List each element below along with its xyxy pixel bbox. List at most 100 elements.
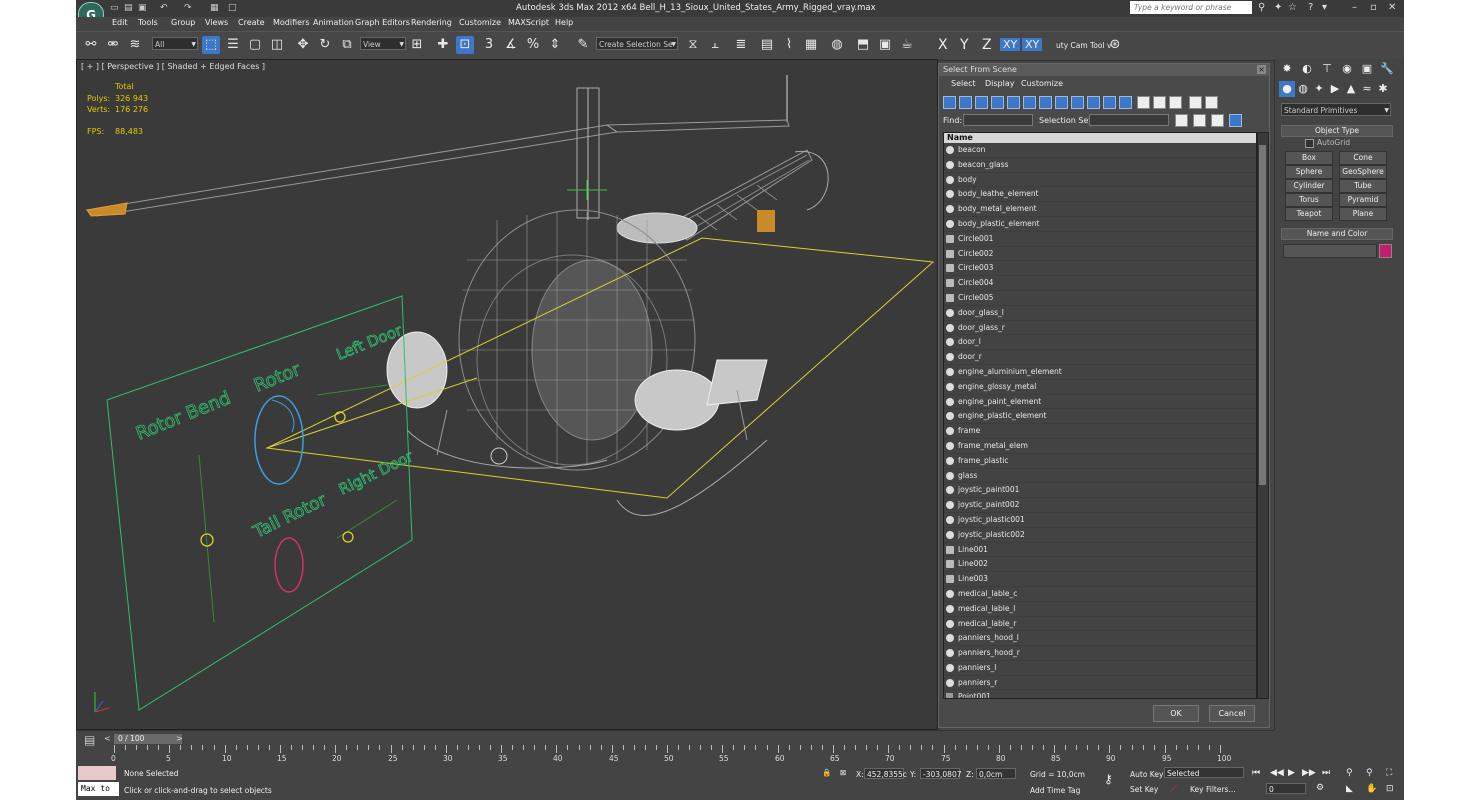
dialog-menu-display[interactable]: Display xyxy=(985,79,1015,88)
object-list-item[interactable]: engine_plastic_element xyxy=(944,409,1256,425)
object-list-item[interactable]: Circle002 xyxy=(944,247,1256,262)
object-list-item[interactable]: body_plastic_element xyxy=(944,217,1256,232)
display-lights-icon[interactable] xyxy=(975,96,988,109)
display-space-warps-icon[interactable] xyxy=(1023,96,1036,109)
name-and-color-rollout[interactable]: Name and Color xyxy=(1281,228,1393,240)
move-icon[interactable]: ✥ xyxy=(294,36,312,54)
menu-customize[interactable]: Customize xyxy=(459,18,501,27)
modify-tab-icon[interactable]: ◐ xyxy=(1299,61,1315,77)
menu-group[interactable]: Group xyxy=(171,18,195,27)
zoom-icon[interactable]: ⚲ xyxy=(1346,768,1353,778)
pyramid-button[interactable]: Pyramid xyxy=(1339,193,1387,207)
filter-funnel-icon[interactable] xyxy=(1189,96,1202,109)
tube-button[interactable]: Tube xyxy=(1339,179,1387,193)
spinner-snap-icon[interactable]: ⇕ xyxy=(546,36,564,54)
auto-key-button[interactable]: Auto Key xyxy=(1130,770,1163,779)
object-type-rollout[interactable]: Object Type xyxy=(1281,125,1393,137)
restrict-y-button[interactable]: Y xyxy=(960,37,969,53)
cylinder-button[interactable]: Cylinder xyxy=(1285,179,1333,193)
object-list-item[interactable]: Line003 xyxy=(944,572,1256,587)
object-name-field[interactable] xyxy=(1283,244,1377,258)
select-none-icon[interactable] xyxy=(1153,96,1166,109)
link-icon[interactable]: ⚯ xyxy=(82,36,100,54)
primitive-type-dropdown[interactable]: Standard Primitives xyxy=(1281,103,1391,117)
align-icon[interactable]: ⫠ xyxy=(706,36,724,54)
object-list-item[interactable]: joystic_paint002 xyxy=(944,498,1256,513)
rectangular-selection-icon[interactable]: ▢ xyxy=(246,36,264,54)
helpers-category-icon[interactable]: ▲ xyxy=(1343,81,1359,97)
restrict-x-button[interactable]: X xyxy=(938,37,948,53)
render-setup-icon[interactable]: ⬒ xyxy=(854,36,872,54)
dialog-menu-select[interactable]: Select xyxy=(951,79,976,88)
object-list-item[interactable]: beacon xyxy=(944,143,1256,158)
hierarchy-tab-icon[interactable]: ⊤ xyxy=(1319,61,1335,77)
space-warps-category-icon[interactable]: ≈ xyxy=(1359,81,1375,97)
object-list-item[interactable]: panniers_hood_l xyxy=(944,631,1256,647)
restrict-z-button[interactable]: Z xyxy=(982,37,992,53)
plane-button[interactable]: Plane xyxy=(1339,207,1387,221)
object-list-item[interactable]: Point001 xyxy=(944,690,1256,698)
keyboard-shortcut-override-icon[interactable]: ⊡ xyxy=(456,36,474,54)
play-icon[interactable]: ▶ xyxy=(1288,768,1295,778)
maximize-viewport-icon[interactable]: ⊡ xyxy=(1386,784,1394,794)
dialog-close-icon[interactable]: × xyxy=(1257,65,1266,74)
object-list-item[interactable]: frame_metal_elem xyxy=(944,439,1256,454)
help-icon[interactable]: ? xyxy=(1308,2,1313,13)
minimize-icon[interactable]: – xyxy=(1352,2,1357,13)
shapes-category-icon[interactable]: ◍ xyxy=(1295,81,1311,97)
time-slider[interactable]: 0 / 100 xyxy=(114,734,182,744)
time-next-icon[interactable]: > xyxy=(176,734,183,743)
redo-icon[interactable]: ↷ xyxy=(184,3,192,13)
menu-maxscript[interactable]: MAXScript xyxy=(508,18,549,27)
display-geometry-icon[interactable] xyxy=(943,96,956,109)
display-shapes-icon[interactable] xyxy=(959,96,972,109)
object-list-item[interactable]: frame xyxy=(944,424,1256,439)
percent-snap-icon[interactable]: % xyxy=(524,36,542,54)
select-by-name-icon[interactable]: ☰ xyxy=(224,36,242,54)
display-tab-icon[interactable]: ▣ xyxy=(1359,61,1375,77)
object-list-item[interactable]: beacon_glass xyxy=(944,158,1256,173)
display-bones-icon[interactable] xyxy=(1071,96,1084,109)
object-list-item[interactable]: panniers_hood_r xyxy=(944,646,1256,661)
sphere-button[interactable]: Sphere xyxy=(1285,165,1333,179)
box-button[interactable]: Box xyxy=(1285,151,1333,165)
dialog-menu-customize[interactable]: Customize xyxy=(1021,79,1063,88)
zoom-all-icon[interactable]: ⚲ xyxy=(1366,768,1373,778)
object-list-item[interactable]: medical_lable_l xyxy=(944,602,1256,617)
object-color-swatch[interactable] xyxy=(1379,244,1392,258)
autogrid-checkbox[interactable] xyxy=(1305,139,1314,148)
menu-views[interactable]: Views xyxy=(205,18,228,27)
bind-space-warp-icon[interactable]: ≋ xyxy=(126,36,144,54)
object-list-scrollbar[interactable] xyxy=(1257,132,1269,699)
object-list-item[interactable]: door_glass_r xyxy=(944,321,1256,336)
object-list-item[interactable]: body xyxy=(944,173,1256,188)
curve-editor-icon[interactable]: ⌇ xyxy=(780,36,798,54)
object-list-item[interactable]: engine_glossy_metal xyxy=(944,380,1256,395)
cam-tool-icon[interactable]: ⊛ xyxy=(1106,36,1124,54)
display-groups-icon[interactable] xyxy=(1039,96,1052,109)
window-crossing-icon[interactable]: ◫ xyxy=(268,36,286,54)
geosphere-button[interactable]: GeoSphere xyxy=(1339,165,1387,179)
menu-tools[interactable]: Tools xyxy=(138,18,158,27)
maxscript-input[interactable]: Max to xyxy=(78,782,119,796)
object-list-item[interactable]: Circle004 xyxy=(944,276,1256,291)
time-config-icon[interactable]: ⚙ xyxy=(1316,783,1324,793)
object-list-item[interactable]: Circle003 xyxy=(944,261,1256,277)
systems-category-icon[interactable]: ✱ xyxy=(1375,81,1391,97)
selection-set-remove-icon[interactable] xyxy=(1193,114,1206,127)
object-list-item[interactable]: glass xyxy=(944,469,1256,484)
selection-set-manage-icon[interactable] xyxy=(1211,114,1224,127)
selection-filter-dropdown[interactable]: All xyxy=(152,37,198,51)
field-of-view-icon[interactable]: ◣ xyxy=(1346,784,1353,794)
key-tangent-icon[interactable]: ⟋ xyxy=(1170,784,1177,795)
zoom-extents-icon[interactable]: ⛶ xyxy=(1386,768,1392,778)
restrict-xy-button[interactable]: XY xyxy=(1000,38,1021,51)
object-list-item[interactable]: frame_plastic xyxy=(944,454,1256,469)
object-list-item[interactable]: medical_lable_c xyxy=(944,587,1256,602)
display-hidden-icon[interactable] xyxy=(1119,96,1132,109)
schematic-view-icon[interactable]: ▦ xyxy=(802,36,820,54)
pivot-center-icon[interactable]: ⊞ xyxy=(408,36,426,54)
scrollbar-thumb[interactable] xyxy=(1259,145,1266,485)
menu-edit[interactable]: Edit xyxy=(112,18,128,27)
object-list-item[interactable]: door_glass_l xyxy=(944,306,1256,321)
